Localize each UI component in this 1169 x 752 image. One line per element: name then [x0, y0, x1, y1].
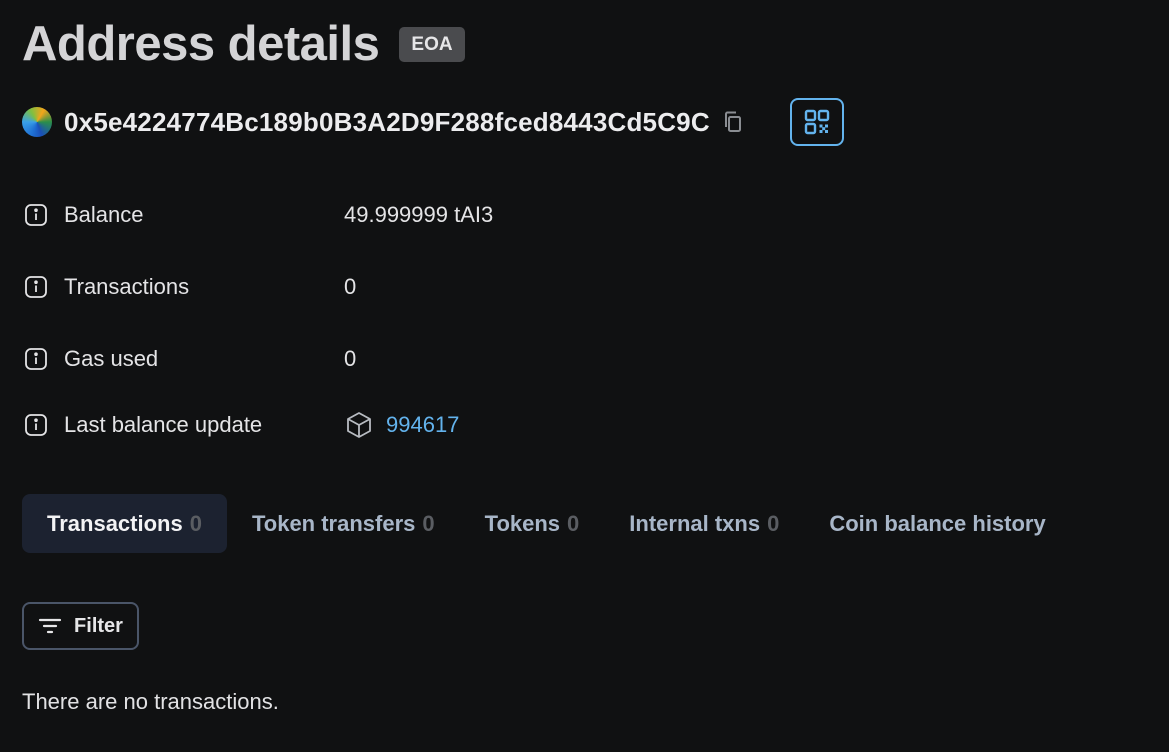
copy-icon[interactable]	[722, 109, 744, 135]
page-header: Address details EOA	[22, 14, 465, 74]
filter-label: Filter	[74, 614, 123, 637]
detail-row-last-balance-update: Last balance update 994617	[24, 410, 824, 440]
filter-icon	[38, 618, 62, 634]
address-page: Address details EOA 0x5e4224774Bc189b0B3…	[0, 0, 1169, 752]
detail-row-gas-used: Gas used 0	[24, 344, 824, 374]
address-hash: 0x5e4224774Bc189b0B3A2D9F288fced8443Cd5C…	[64, 106, 710, 137]
tab-count: 0	[767, 510, 780, 536]
tab-token-transfers[interactable]: Token transfers 0	[227, 494, 460, 553]
address-tabs: Transactions 0 Token transfers 0 Tokens …	[22, 494, 1071, 553]
detail-row-balance: Balance 49.999999 tAI3	[24, 200, 824, 230]
tab-label: Internal txns	[629, 510, 761, 536]
tab-coin-balance-history[interactable]: Coin balance history	[804, 494, 1070, 553]
address-avatar	[22, 107, 52, 137]
tab-count: 0	[189, 510, 202, 536]
account-type-badge: EOA	[399, 26, 465, 62]
detail-label: Balance	[64, 202, 144, 227]
info-icon[interactable]	[24, 413, 48, 437]
detail-label: Last balance update	[64, 412, 263, 437]
detail-row-transactions: Transactions 0	[24, 272, 824, 302]
block-icon	[347, 412, 371, 438]
qr-code-button[interactable]	[789, 98, 844, 146]
address-row: 0x5e4224774Bc189b0B3A2D9F288fced8443Cd5C…	[22, 98, 844, 146]
detail-label: Transactions	[64, 274, 190, 299]
tab-transactions[interactable]: Transactions 0	[22, 494, 227, 553]
tab-label: Token transfers	[251, 510, 416, 536]
info-icon[interactable]	[24, 203, 48, 227]
balance-value: 49.999999 tAI3	[344, 202, 494, 227]
tab-label: Tokens	[484, 510, 561, 536]
tab-tokens[interactable]: Tokens 0	[460, 494, 605, 553]
tab-label: Transactions	[47, 510, 183, 536]
tab-label: Coin balance history	[829, 510, 1046, 536]
info-icon[interactable]	[24, 347, 48, 371]
tab-count: 0	[567, 510, 580, 536]
last-balance-update-value: 994617	[344, 410, 459, 440]
empty-state-message: There are no transactions.	[22, 689, 279, 714]
filter-button[interactable]: Filter	[22, 602, 139, 650]
gas-used-value: 0	[344, 346, 357, 371]
block-number-link[interactable]: 994617	[386, 412, 459, 438]
tab-internal-txns[interactable]: Internal txns 0	[604, 494, 804, 553]
tab-count: 0	[422, 510, 435, 536]
qr-code-icon	[804, 109, 830, 135]
page-title: Address details	[22, 17, 380, 71]
transactions-value: 0	[344, 274, 357, 299]
info-icon[interactable]	[24, 275, 48, 299]
detail-label: Gas used	[64, 346, 159, 371]
